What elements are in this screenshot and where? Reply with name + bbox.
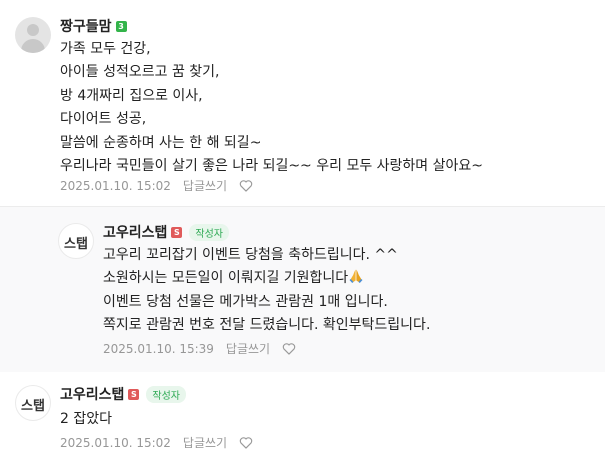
comment-author: 고우리스탭 S 작성자	[103, 222, 230, 242]
nickname[interactable]: 짱구들맘	[60, 16, 112, 36]
comment-author: 짱구들맘 3	[60, 16, 127, 36]
comment-line: 다이어트 성공,	[60, 111, 147, 128]
comment-line: 이벤트 당첨 선물은 메가박스 관람권 1매 입니다.	[103, 293, 388, 310]
author-badge: 작성자	[189, 223, 230, 241]
comment-line: 고우리 꼬리잡기 이벤트 당첨을 축하드립니다. ^^	[103, 247, 398, 263]
reply-button[interactable]: 답글쓰기	[183, 177, 227, 194]
heart-outline-icon[interactable]	[239, 179, 253, 192]
comment-line: 방 4개짜리 집으로 이사,	[60, 87, 203, 104]
heart-outline-icon[interactable]	[282, 342, 296, 355]
avatar-default-icon[interactable]	[15, 17, 51, 53]
comment-date: 2025.01.10. 15:02	[60, 435, 171, 450]
comment-line: 쪽지로 관람권 번호 전달 드렸습니다. 확인부탁드립니다.	[103, 317, 431, 334]
comment-author: 고우리스탭 S 작성자	[60, 384, 187, 404]
nickname[interactable]: 고우리스탭	[60, 384, 124, 404]
reply-button[interactable]: 답글쓰기	[183, 434, 227, 451]
heart-outline-icon[interactable]	[239, 436, 253, 449]
nickname[interactable]: 고우리스탭	[103, 222, 167, 242]
comment-line: 소원하시는 모든일이 이뤄지길 기원합니다	[103, 269, 364, 286]
comment-text: 가족 모두 건강, 아이들 성적오르고 꿈 찾기, 방 4개짜리 집으로 이사,…	[60, 38, 483, 178]
staff-level-badge-icon: S	[128, 388, 140, 400]
praying-hands-emoji-icon	[349, 269, 363, 284]
comment-line: 우리나라 국민들이 살기 좋은 나라 되길~~ 우리 모두 사랑하며 살아요~	[60, 158, 484, 175]
comment-date: 2025.01.10. 15:02	[60, 178, 171, 193]
comment-line: 2 잡았다	[60, 411, 112, 427]
comment-meta: 2025.01.10. 15:02 답글쓰기	[60, 434, 253, 451]
comment-line: 말씀에 순종하며 사는 한 해 되길~	[60, 134, 262, 151]
author-badge: 작성자	[146, 385, 187, 403]
avatar-logo-text: 스탭	[21, 399, 45, 414]
comment-date: 2025.01.10. 15:39	[103, 341, 214, 356]
avatar-staff-logo[interactable]: 스탭	[15, 385, 51, 421]
reply-comment-item: 스탭 고우리스탭 S 작성자 고우리 꼬리잡기 이벤트 당첨을 축하드립니다. …	[0, 207, 605, 372]
comment-item: 짱구들맘 3 가족 모두 건강, 아이들 성적오르고 꿈 찾기, 방 4개짜리 …	[0, 0, 605, 204]
avatar-logo-text: 스탭	[64, 237, 88, 252]
comment-line: 아이들 성적오르고 꿈 찾기,	[60, 64, 220, 81]
comment-meta: 2025.01.10. 15:39 답글쓰기	[103, 340, 296, 357]
comment-item: 스탭 고우리스탭 S 작성자 2 잡았다 2025.01.10. 15:02 답…	[0, 372, 605, 458]
staff-level-badge-icon: S	[171, 226, 183, 238]
comment-text: 고우리 꼬리잡기 이벤트 당첨을 축하드립니다. ^^ 소원하시는 모든일이 이…	[103, 244, 430, 338]
comment-text: 2 잡았다	[60, 408, 112, 431]
avatar-staff-logo[interactable]: 스탭	[58, 223, 94, 259]
comment-meta: 2025.01.10. 15:02 답글쓰기	[60, 177, 253, 194]
member-level-badge-icon: 3	[115, 20, 127, 32]
comment-line: 가족 모두 건강,	[60, 41, 151, 57]
reply-button[interactable]: 답글쓰기	[226, 340, 270, 357]
